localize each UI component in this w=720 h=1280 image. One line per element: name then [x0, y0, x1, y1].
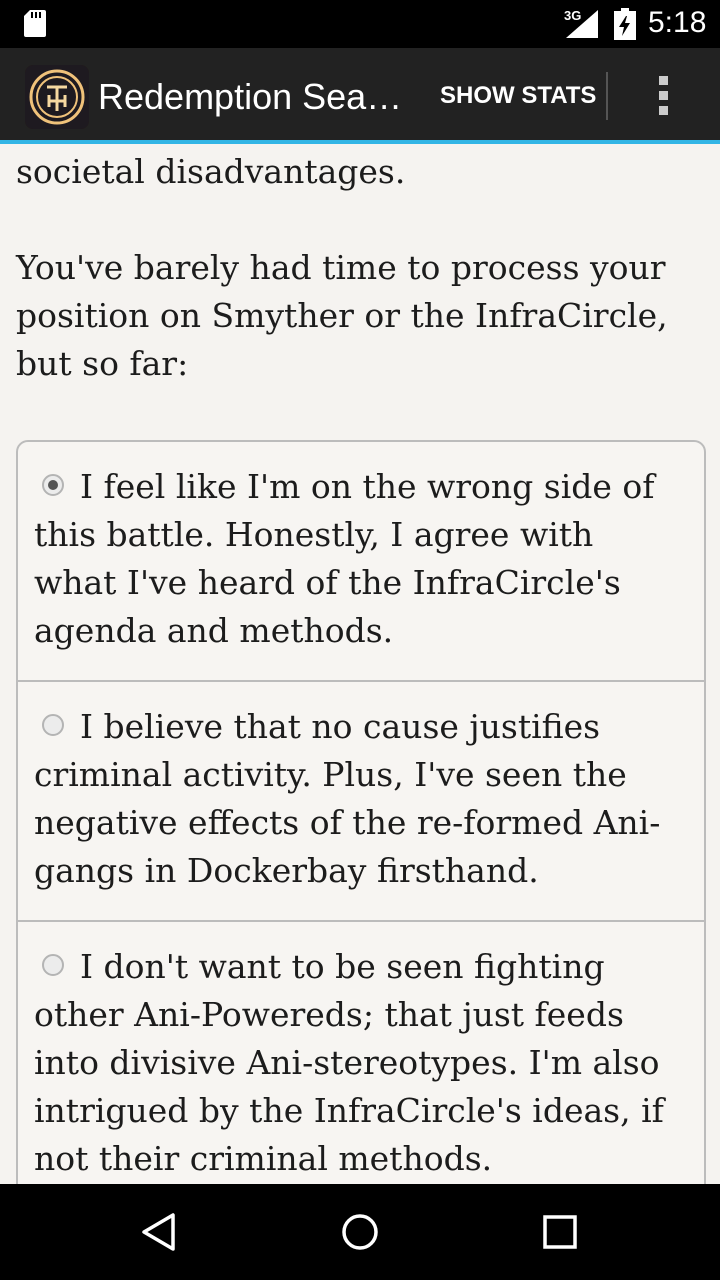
status-bar: 3G 5:18	[0, 0, 720, 48]
choice-label: I feel like I'm on the wrong side of thi…	[34, 467, 655, 650]
choice-list: I feel like I'm on the wrong side of thi…	[16, 440, 706, 1184]
radio-button[interactable]	[42, 714, 64, 736]
choice-label: I believe that no cause justifies crimin…	[34, 707, 661, 890]
app-bar: Redemption Seas... SHOW STATS	[0, 48, 720, 144]
signal-icon	[566, 10, 598, 38]
choice-label: I don't want to be seen fighting other A…	[34, 947, 664, 1178]
sd-card-icon	[24, 10, 46, 37]
story-content[interactable]: societal disadvantages. You've barely ha…	[0, 144, 720, 1184]
overflow-menu-icon[interactable]	[638, 70, 690, 122]
radio-button-selected[interactable]	[42, 474, 64, 496]
choice-option-1[interactable]: I feel like I'm on the wrong side of thi…	[18, 442, 704, 682]
navigation-bar	[0, 1184, 720, 1280]
action-divider	[606, 72, 608, 120]
back-icon[interactable]	[140, 1212, 180, 1252]
recents-icon[interactable]	[540, 1212, 580, 1252]
choice-option-2[interactable]: I believe that no cause justifies crimin…	[18, 682, 704, 922]
story-prompt: You've barely had time to process your p…	[16, 248, 668, 383]
radio-button[interactable]	[42, 954, 64, 976]
battery-charging-icon	[614, 8, 636, 40]
show-stats-button[interactable]: SHOW STATS	[424, 74, 612, 118]
home-icon[interactable]	[340, 1212, 380, 1252]
choice-option-3[interactable]: I don't want to be seen fighting other A…	[18, 922, 704, 1184]
app-logo-icon[interactable]	[25, 65, 89, 129]
app-title: Redemption Seas...	[98, 76, 408, 117]
clock: 5:18	[648, 6, 707, 39]
story-text-partial: societal disadvantages.	[16, 152, 406, 191]
